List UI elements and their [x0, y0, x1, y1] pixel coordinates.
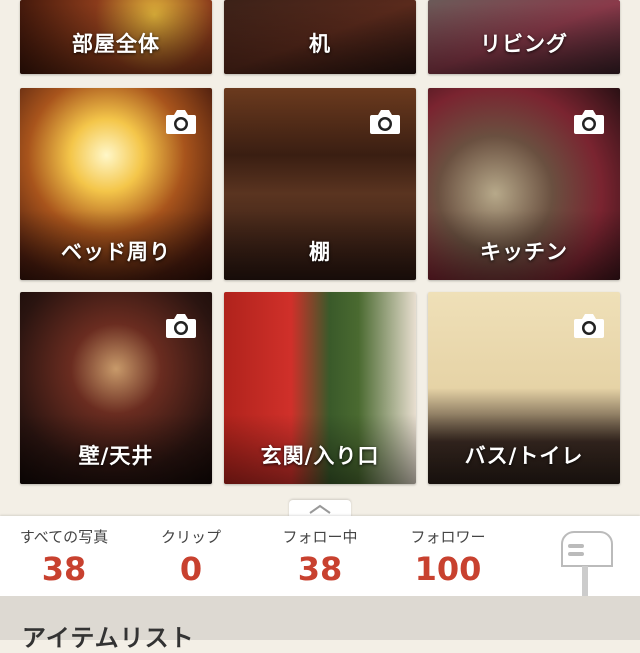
room-label: 壁/天井 [78, 444, 154, 468]
room-tile-living[interactable]: リビング [428, 0, 620, 74]
room-tile-entrance[interactable]: 玄関/入り口 [224, 292, 416, 484]
chevron-up-icon [309, 504, 331, 514]
camera-icon[interactable] [572, 310, 606, 340]
stat-title: フォロー中 [282, 528, 358, 546]
camera-icon[interactable] [368, 106, 402, 136]
room-tile-kitchen[interactable]: キッチン [428, 88, 620, 280]
stat-title: クリップ [160, 528, 221, 546]
stat-value: 38 [297, 550, 343, 588]
room-label: リビング [480, 32, 568, 56]
room-label: 棚 [309, 240, 331, 264]
stat-value: 100 [414, 550, 482, 588]
room-label: バス/トイレ [464, 444, 584, 468]
profile-stats-bar: すべての写真 38 クリップ 0 フォロー中 38 フォロワー 100 [0, 516, 640, 596]
room-label: 机 [309, 32, 331, 56]
camera-icon[interactable] [164, 106, 198, 136]
room-label: 玄関/入り口 [260, 444, 380, 468]
room-tile-bath-toilet[interactable]: バス/トイレ [428, 292, 620, 484]
room-tile-wall-ceiling[interactable]: 壁/天井 [20, 292, 212, 484]
room-tile-bedside[interactable]: ベッド周り [20, 88, 212, 280]
room-tile-shelf[interactable]: 棚 [224, 88, 416, 280]
room-label: 部屋全体 [72, 32, 160, 56]
camera-icon[interactable] [164, 310, 198, 340]
stat-value: 0 [179, 550, 203, 588]
stat-title: すべての写真 [19, 528, 109, 546]
stat-value: 38 [41, 550, 87, 588]
camera-icon[interactable] [572, 106, 606, 136]
section-title: アイテムリスト [22, 624, 195, 652]
mailbox-icon[interactable] [558, 528, 614, 596]
stat-title: フォロワー [410, 528, 486, 546]
room-tile-desk[interactable]: 机 [224, 0, 416, 74]
room-label: キッチン [480, 240, 568, 264]
item-list-section: アイテムリスト [0, 596, 640, 652]
room-tile-whole-room[interactable]: 部屋全体 [20, 0, 212, 74]
room-label: ベッド周り [61, 240, 171, 264]
room-category-grid: 部屋全体 机 リビング ベッド周り 棚 キッチン 壁/天井 玄関/入り口 バス/… [0, 0, 640, 500]
